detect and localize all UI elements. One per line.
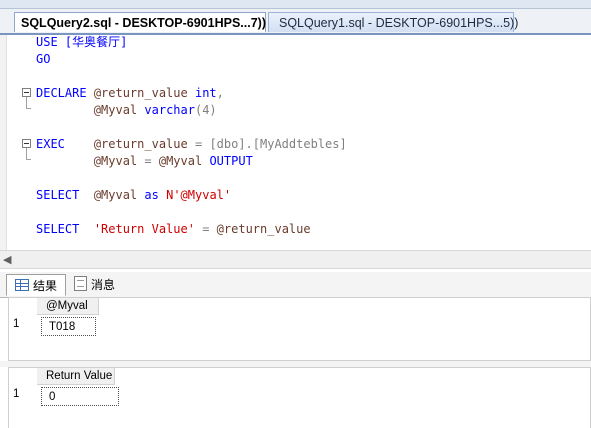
tab-sqlquery2[interactable]: SQLQuery2.sql - DESKTOP-6901HPS...7)) (14, 12, 266, 32)
code-line-10: SELECT @Myval as N'@Myval' (36, 188, 232, 202)
tab-sqlquery1[interactable]: SQLQuery1.sql - DESKTOP-6901HPS...5)) (268, 12, 518, 32)
code-line-12: SELECT 'Return Value' = @return_value (36, 222, 311, 236)
messages-icon (74, 276, 87, 291)
code-line-2: GO (36, 52, 51, 66)
collapse-declare-icon[interactable] (22, 88, 31, 97)
tab-results[interactable]: 结果 (6, 274, 66, 296)
outline-line (26, 97, 27, 108)
collapse-exec-icon[interactable] (22, 139, 31, 148)
editor-gutter (0, 35, 7, 250)
code-line-5: @Myval varchar(4) (93, 103, 217, 117)
result-grid-1: @Myval 1 T018 (8, 297, 591, 361)
code-line-8: @Myval = @Myval OUTPUT (93, 154, 253, 168)
cell-myval[interactable]: T018 (41, 317, 96, 336)
grid-icon (15, 279, 29, 291)
code-line-1: USE [华奥餐厅] (36, 35, 128, 49)
row-number: 1 (13, 318, 20, 330)
outline-end (26, 159, 31, 160)
code-line-7: EXEC @return_value = [dbo].[MyAddtebles] (36, 137, 347, 151)
column-header-return-value[interactable]: Return Value (37, 368, 115, 385)
outline-end (26, 108, 31, 109)
code-line-4: DECLARE @return_value int, (36, 86, 224, 100)
result-grid-2: Return Value 1 0 (8, 367, 591, 428)
sql-editor[interactable]: USE [华奥餐厅] GO DECLARE @return_value int,… (0, 35, 591, 250)
scroll-left-icon[interactable]: ◀ (3, 251, 11, 268)
document-tab-strip: SQLQuery2.sql - DESKTOP-6901HPS...7)) SQ… (0, 9, 591, 35)
row-number: 1 (13, 388, 20, 400)
editor-horizontal-scrollbar[interactable]: ◀ (0, 250, 591, 269)
database-name: [华奥餐厅] (64, 35, 128, 49)
column-header-myval[interactable]: @Myval (37, 298, 99, 315)
outline-line (26, 148, 27, 159)
tab-messages[interactable]: 消息 (68, 274, 122, 296)
results-tab-strip: 结果 消息 (0, 272, 591, 298)
cell-return-value[interactable]: 0 (41, 387, 119, 406)
toolbar (0, 0, 591, 9)
